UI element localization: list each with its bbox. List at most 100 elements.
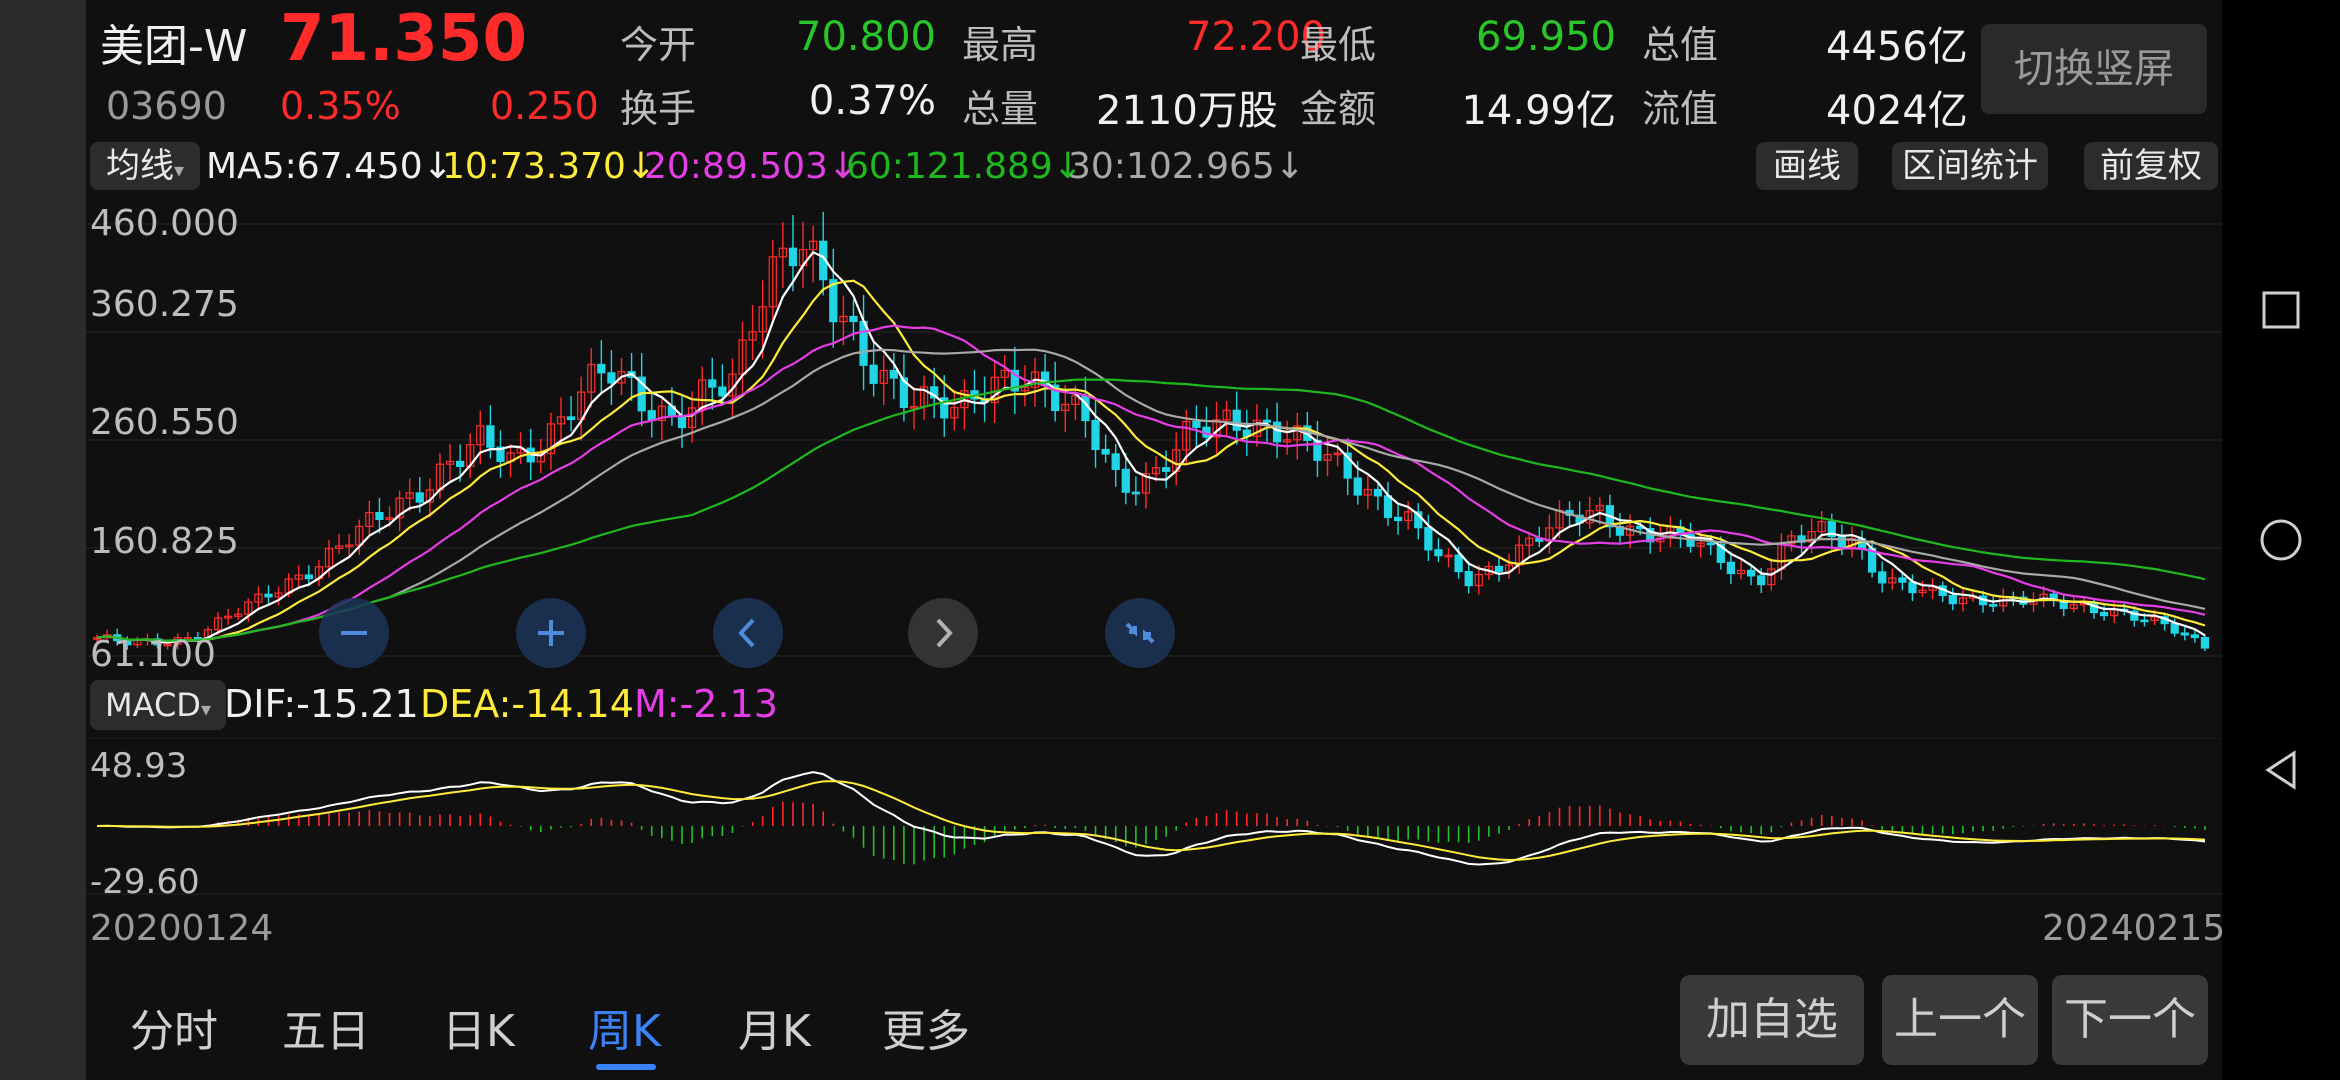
macd-dropdown[interactable]: MACD▾ bbox=[90, 680, 226, 730]
candle bbox=[2180, 632, 2189, 636]
candle bbox=[1101, 448, 1110, 455]
home-icon[interactable] bbox=[2256, 515, 2306, 565]
candle bbox=[1121, 468, 1130, 493]
switch-portrait-button[interactable]: 切换竖屏 bbox=[1981, 24, 2207, 114]
candle bbox=[1434, 549, 1443, 557]
candle bbox=[1878, 571, 1887, 584]
add-watchlist-button[interactable]: 加自选 bbox=[1680, 975, 1864, 1065]
dea-line bbox=[97, 780, 2206, 862]
candle bbox=[1494, 565, 1504, 572]
candle bbox=[889, 369, 898, 379]
candle bbox=[2170, 623, 2179, 634]
market-cap-label: 总值 bbox=[1642, 23, 1719, 67]
system-nav-bar bbox=[2222, 0, 2340, 1080]
candle bbox=[1272, 421, 1282, 443]
compress-icon bbox=[1125, 622, 1155, 644]
candle bbox=[1706, 542, 1715, 546]
adjust-button[interactable]: 前复权 bbox=[2084, 142, 2218, 190]
stock-chart-screen: 美团-W 71.350 03690 0.35% 0.250 今开 70.800 … bbox=[86, 0, 2225, 1080]
candle bbox=[1353, 477, 1362, 496]
candle bbox=[1393, 516, 1403, 522]
back-icon[interactable] bbox=[2256, 745, 2306, 795]
candle bbox=[1161, 467, 1171, 472]
next-stock-button[interactable]: 下一个 bbox=[2052, 975, 2208, 1065]
tab-0[interactable]: 分时 bbox=[130, 995, 218, 1059]
stock-price: 71.350 bbox=[280, 2, 527, 76]
candle bbox=[1757, 575, 1766, 586]
dropdown-arrow-icon: ▾ bbox=[200, 697, 211, 721]
candle bbox=[1232, 409, 1241, 431]
candle bbox=[1091, 419, 1100, 451]
candle bbox=[1989, 604, 1998, 607]
candle bbox=[1908, 581, 1917, 594]
open-value: 70.800 bbox=[796, 14, 936, 60]
dif-line bbox=[96, 771, 2206, 866]
scroll-right-button[interactable] bbox=[908, 598, 978, 668]
candle bbox=[1898, 577, 1907, 583]
candle bbox=[304, 574, 313, 580]
price-axis-label: 61.100 bbox=[90, 634, 216, 675]
zoom-out-button[interactable] bbox=[319, 598, 389, 668]
stock-code: 03690 bbox=[106, 84, 227, 128]
float-cap-value: 4024亿 bbox=[1826, 88, 1968, 134]
chevron-right-icon bbox=[936, 618, 953, 648]
turnover-label: 换手 bbox=[620, 87, 697, 131]
price-axis-label: 360.275 bbox=[90, 284, 239, 325]
recent-apps-icon[interactable] bbox=[2256, 285, 2306, 335]
macd-chart[interactable] bbox=[86, 738, 2222, 896]
ma5-line bbox=[96, 250, 2206, 644]
ma20-readout: 20:89.503↓ bbox=[644, 146, 859, 187]
price-axis-label: 160.825 bbox=[90, 521, 239, 562]
candle bbox=[1464, 570, 1473, 587]
ma-dropdown-label: 均线 bbox=[105, 146, 174, 186]
price-axis-label: 260.550 bbox=[90, 402, 239, 443]
zoom-in-button[interactable] bbox=[516, 598, 586, 668]
candle bbox=[1726, 561, 1736, 575]
candle bbox=[1373, 488, 1383, 497]
ma5-readout: MA5:67.450↓ bbox=[206, 146, 453, 187]
reset-zoom-button[interactable] bbox=[1105, 598, 1175, 668]
candle bbox=[415, 492, 424, 503]
m-readout: M:-2.13 bbox=[634, 682, 778, 726]
macd-axis-label: 48.93 bbox=[90, 746, 188, 786]
candle bbox=[788, 247, 798, 267]
dropdown-arrow-icon: ▾ bbox=[173, 158, 185, 182]
candle bbox=[708, 379, 717, 388]
ma10-readout: 10:73.370↓ bbox=[442, 146, 657, 187]
tab-4[interactable]: 月K bbox=[738, 995, 811, 1059]
draw-line-button[interactable]: 画线 bbox=[1756, 142, 1858, 190]
open-label: 今开 bbox=[620, 23, 697, 67]
tab-5[interactable]: 更多 bbox=[882, 995, 970, 1059]
candle bbox=[869, 364, 878, 384]
candle bbox=[1746, 569, 1756, 577]
ma-dropdown[interactable]: 均线▾ bbox=[90, 142, 200, 190]
change-percent: 0.35% bbox=[280, 84, 401, 128]
scroll-left-button[interactable] bbox=[713, 598, 783, 668]
range-stats-button[interactable]: 区间统计 bbox=[1892, 142, 2048, 190]
candle bbox=[1383, 495, 1393, 518]
tab-2[interactable]: 日K bbox=[442, 995, 515, 1059]
turnover-value: 0.37% bbox=[808, 78, 936, 124]
previous-stock-button[interactable]: 上一个 bbox=[1882, 975, 2038, 1065]
high-label: 最高 bbox=[962, 23, 1039, 67]
tab-1[interactable]: 五日 bbox=[282, 995, 370, 1059]
candle bbox=[718, 386, 727, 397]
candle bbox=[1192, 420, 1201, 428]
candle bbox=[264, 593, 273, 598]
low-label: 最低 bbox=[1300, 23, 1377, 67]
candle bbox=[2099, 611, 2109, 617]
active-tab-indicator bbox=[596, 1064, 656, 1070]
candle bbox=[1424, 527, 1433, 551]
macd-axis-label: -29.60 bbox=[90, 862, 200, 902]
market-cap-value: 4456亿 bbox=[1826, 24, 1968, 70]
stock-name: 美团-W bbox=[100, 21, 248, 72]
candle bbox=[1948, 594, 1957, 605]
candle bbox=[849, 315, 858, 323]
plus-icon bbox=[538, 620, 564, 646]
candle bbox=[1262, 419, 1272, 423]
ma30-readout: 30:102.965↓ bbox=[1068, 146, 1305, 187]
volume-label: 总量 bbox=[962, 87, 1039, 131]
tab-3[interactable]: 周K bbox=[588, 995, 661, 1059]
candle bbox=[2200, 636, 2210, 649]
left-edge-bar bbox=[0, 0, 86, 1080]
